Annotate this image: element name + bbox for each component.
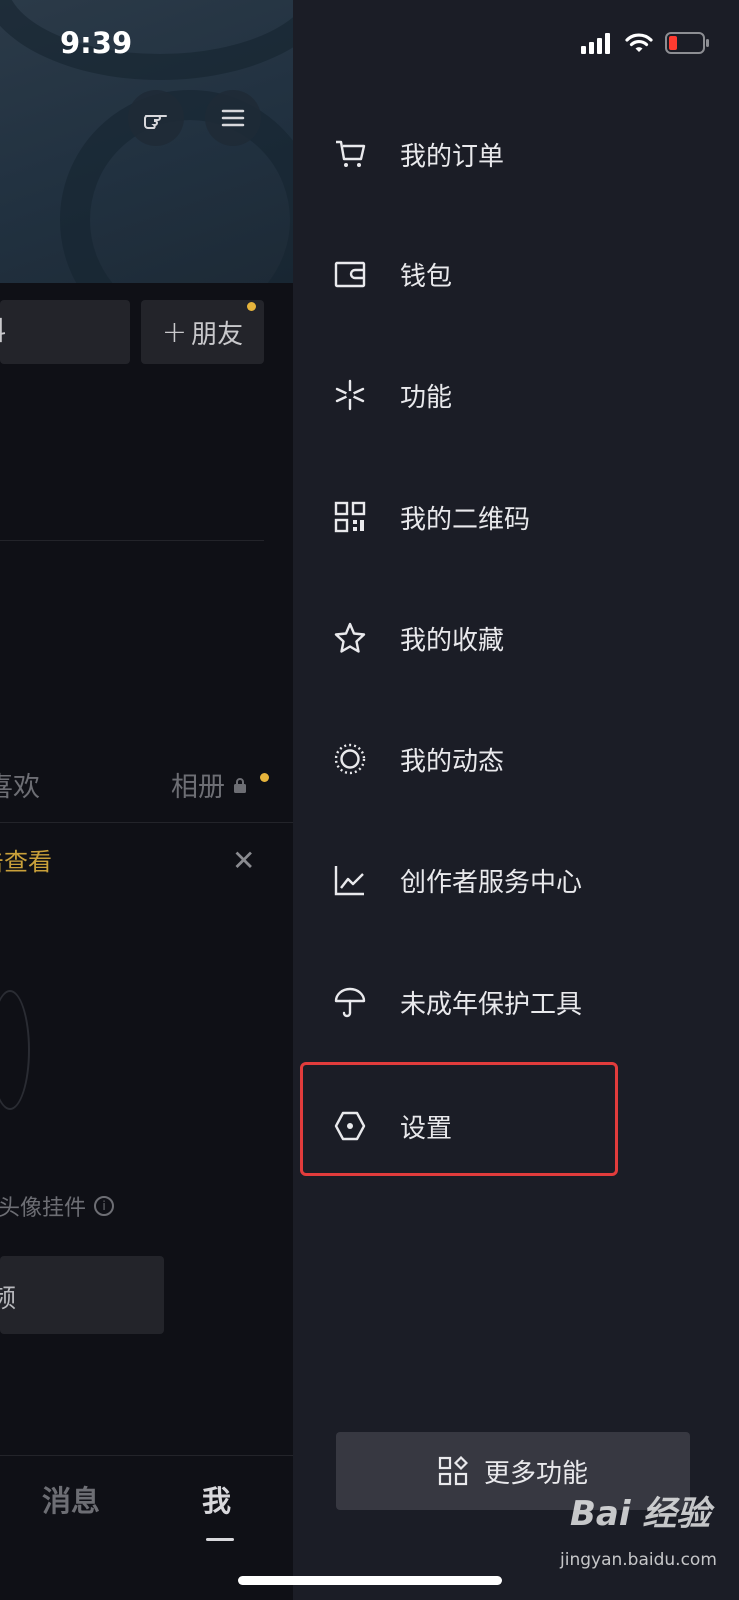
menu-item-moments[interactable]: 我的动态 bbox=[293, 719, 739, 799]
nav-messages[interactable]: 消息 bbox=[42, 1478, 100, 1520]
menu-item-wallet[interactable]: 钱包 bbox=[293, 234, 739, 314]
star-icon bbox=[333, 621, 367, 655]
pendant-hint: 属头像挂件 i bbox=[0, 1190, 115, 1222]
profile-banner bbox=[0, 0, 293, 283]
tab-album-label: 相册 bbox=[171, 772, 225, 803]
add-friend-button[interactable]: + 朋友 bbox=[141, 300, 264, 364]
menu-label-wallet: 钱包 bbox=[400, 261, 453, 292]
menu-button[interactable] bbox=[205, 90, 261, 146]
menu-item-minor-protection[interactable]: 未成年保护工具 bbox=[293, 962, 739, 1042]
menu-item-creator-center[interactable]: 创作者服务中心 bbox=[293, 840, 739, 920]
notification-dot bbox=[247, 302, 256, 311]
notice-text[interactable]: 击查看 bbox=[0, 842, 52, 877]
video-button[interactable]: 频 bbox=[0, 1256, 164, 1334]
tab-album[interactable]: 相册 bbox=[171, 765, 247, 804]
menu-label-qrcode: 我的二维码 bbox=[400, 504, 531, 535]
watermark-site: jingyan.baidu.com bbox=[560, 1550, 717, 1570]
tab-like[interactable]: 喜欢 bbox=[0, 765, 40, 804]
avatar-pendant-preview bbox=[0, 990, 30, 1110]
hand-pointer-button[interactable] bbox=[128, 90, 184, 146]
menu-label-moments: 我的动态 bbox=[400, 746, 505, 777]
line-chart-icon bbox=[333, 863, 367, 897]
menu-label-orders: 我的订单 bbox=[400, 141, 505, 172]
baidu-jingyan-watermark: Bai 经验 jingyan.baidu.com bbox=[560, 1478, 720, 1588]
tabs-divider bbox=[0, 822, 293, 823]
nav-me[interactable]: 我 bbox=[202, 1478, 231, 1520]
plus-icon: + bbox=[161, 314, 188, 350]
watermark-brand: Bai 经验 bbox=[570, 1494, 711, 1534]
status-time: 9:39 bbox=[60, 26, 133, 60]
info-icon[interactable]: i bbox=[94, 1196, 115, 1216]
signal-icon bbox=[581, 33, 610, 54]
hamburger-icon bbox=[221, 109, 245, 127]
close-icon[interactable]: ✕ bbox=[232, 844, 255, 877]
menu-item-favorites[interactable]: 我的收藏 bbox=[293, 598, 739, 678]
divider bbox=[0, 540, 264, 541]
status-icons bbox=[581, 32, 709, 54]
menu-label-creator-center: 创作者服务中心 bbox=[400, 867, 583, 898]
menu-label-functions: 功能 bbox=[400, 382, 453, 413]
pendant-hint-text: 属头像挂件 bbox=[0, 1196, 87, 1221]
hand-pointer-icon bbox=[144, 115, 167, 129]
settings-highlight-box bbox=[300, 1062, 618, 1176]
sparkle-icon bbox=[333, 378, 367, 412]
nav-active-indicator bbox=[206, 1538, 234, 1541]
edit-profile-button[interactable]: 料 bbox=[0, 300, 130, 364]
side-drawer: 我的订单 钱包 功能 我的二维码 我的收藏 我的动态 创作者服务中心 未成年保护… bbox=[293, 0, 739, 1600]
wifi-icon bbox=[625, 33, 653, 52]
grid-apps-icon bbox=[438, 1456, 468, 1486]
edit-profile-label: 料 bbox=[0, 300, 6, 364]
lock-icon bbox=[234, 777, 246, 793]
menu-item-functions[interactable]: 功能 bbox=[293, 355, 739, 435]
video-button-label: 频 bbox=[0, 1284, 17, 1314]
menu-label-minor-protection: 未成年保护工具 bbox=[400, 989, 583, 1020]
home-indicator[interactable] bbox=[238, 1576, 502, 1585]
album-notification-dot bbox=[260, 773, 269, 782]
wallet-icon bbox=[333, 257, 367, 291]
battery-low-icon bbox=[665, 32, 709, 54]
qr-code-icon bbox=[333, 500, 367, 534]
profile-page-background: 料 + 朋友 喜欢 相册 击查看 ✕ 属头像挂件 i 频 消息 我 bbox=[0, 0, 293, 1600]
umbrella-icon bbox=[333, 985, 367, 1019]
moments-circle-icon bbox=[333, 742, 367, 776]
menu-item-qrcode[interactable]: 我的二维码 bbox=[293, 477, 739, 557]
menu-label-favorites: 我的收藏 bbox=[400, 625, 505, 656]
add-friend-label: 朋友 bbox=[191, 319, 244, 350]
cart-icon bbox=[333, 137, 367, 171]
menu-item-orders[interactable]: 我的订单 bbox=[293, 114, 739, 194]
